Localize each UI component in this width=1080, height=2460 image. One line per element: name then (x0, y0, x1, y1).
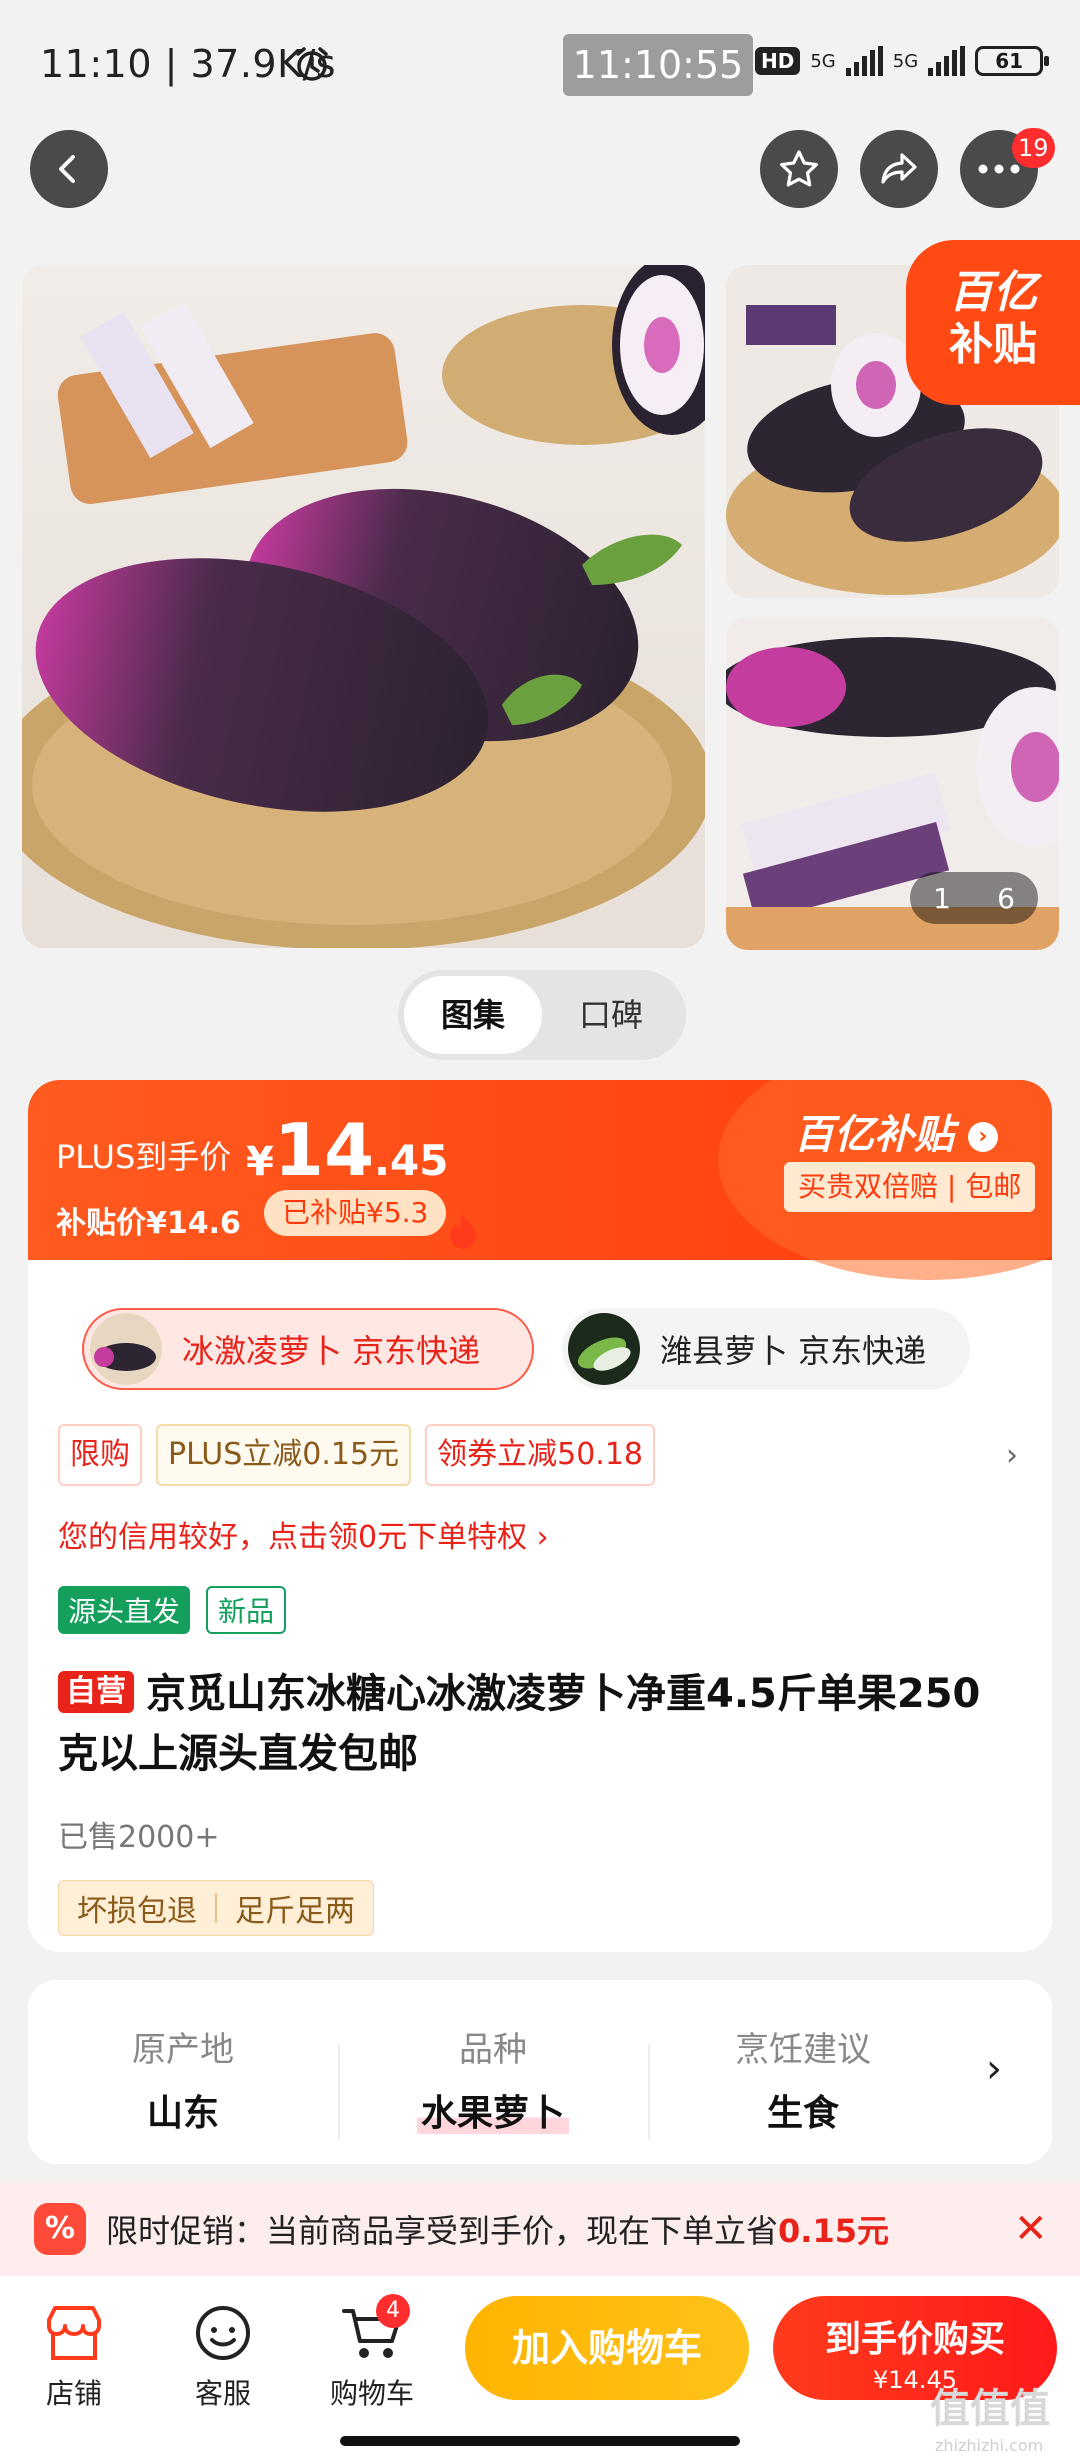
gallery-pager: 1 6 (910, 872, 1038, 924)
store-icon (14, 2298, 134, 2368)
price-decimal: .45 (374, 1136, 449, 1185)
variant-chip-1[interactable]: 冰激凌萝卜 京东快递 (82, 1308, 534, 1390)
variant-chip-2[interactable]: 潍县萝卜 京东快递 (562, 1308, 970, 1390)
subsidy-corner-line1: 百亿 (949, 267, 1037, 318)
pager-current: 1 (933, 881, 951, 915)
share-button[interactable] (860, 130, 938, 208)
battery-icon: 61 (975, 46, 1050, 76)
add-to-cart-button[interactable]: 加入购物车 (465, 2296, 749, 2400)
alarm-icon (292, 44, 332, 88)
product-labels: 源头直发 新品 (58, 1586, 287, 1634)
network-label-2: 5G (892, 50, 919, 72)
attribute-origin: 原产地 山东 (28, 1980, 338, 2164)
cart-label: 购物车 (329, 2377, 414, 2410)
shop-button[interactable]: 店铺 (14, 2298, 134, 2412)
status-indicators: HD 5G 5G 61 (755, 46, 1050, 76)
attribute-value: 水果萝卜 (338, 2084, 648, 2136)
attribute-value-text: 水果萝卜 (416, 2093, 569, 2134)
pager-total: 6 (997, 881, 1015, 915)
attribute-key: 原产地 (132, 2030, 234, 2070)
attributes-card[interactable]: 原产地 山东 品种 水果萝卜 烹饪建议 生食 (28, 1980, 1052, 2164)
chevron-left-icon (59, 155, 75, 183)
star-icon (780, 150, 818, 187)
close-icon[interactable]: ✕ (1014, 2206, 1048, 2252)
brand-subsidy-label: 百亿补贴 (794, 1112, 954, 1158)
back-button[interactable] (30, 130, 108, 208)
variant-thumbnail (90, 1313, 162, 1385)
watermark-url: zhizhizhi.com (935, 2436, 1044, 2455)
signal-icon (845, 46, 883, 76)
cart-count-badge: 4 (376, 2294, 410, 2328)
credit-privilege-link[interactable]: 您的信用较好，点击领0元下单特权 › (58, 1512, 549, 1556)
final-price: ¥14.45 (246, 1108, 448, 1192)
guarantee-chip: 买贵双倍赔 | 包邮 (784, 1162, 1036, 1212)
favorite-button[interactable] (760, 130, 838, 208)
attribute-cooking: 烹饪建议 生食 (648, 1980, 958, 2164)
subsidy-corner-line2: 补贴 (949, 319, 1037, 370)
attribute-value: 山东 (146, 2093, 219, 2134)
chevron-right-icon[interactable]: › (986, 2046, 1002, 2092)
product-title-text: 京觅山东冰糖心冰激凌萝卜净重4.5斤单果250克以上源头直发包邮 (58, 1671, 981, 1777)
promo-tag-limit: 限购 (58, 1424, 142, 1486)
buy-now-label: 到手价购买 (824, 2319, 1005, 2360)
attribute-key: 品种 (459, 2030, 527, 2070)
customer-service-button[interactable]: 客服 (163, 2298, 283, 2412)
label-new: 新品 (206, 1586, 287, 1634)
home-indicator[interactable] (340, 2436, 740, 2446)
variant-thumbnail (568, 1313, 640, 1385)
price-integer: 14 (273, 1108, 375, 1192)
price-currency: ¥ (246, 1139, 274, 1185)
promo-bar-text: 限时促销：当前商品享受到手价，现在下单立省 (106, 2212, 779, 2250)
limited-promo-bar[interactable]: % 限时促销：当前商品享受到手价，现在下单立省 0.15元 (0, 2182, 1080, 2276)
watermark-logo: 值值值 (930, 2386, 1050, 2432)
self-operated-tag: 自营 (58, 1671, 134, 1713)
attribute-variety: 品种 水果萝卜 (338, 1980, 648, 2164)
subsidy-amount-chip: 已补贴¥5.3 (264, 1190, 447, 1236)
service-tag-full-weight: 足斤足两 (235, 1894, 355, 1929)
floating-clock: 11:10:55 (563, 34, 753, 96)
chevron-right-icon[interactable]: › (1006, 1438, 1018, 1473)
attribute-key: 烹饪建议 (735, 2030, 871, 2070)
service-tags: 坏损包退 足斤足两 (58, 1880, 374, 1936)
promo-tags-row[interactable]: 限购 PLUS立减0.15元 领券立减50.18 (58, 1424, 655, 1486)
more-badge: 19 (1012, 128, 1055, 168)
plus-price-label: PLUS到手价 (56, 1138, 232, 1176)
customer-service-label: 客服 (194, 2377, 251, 2410)
gallery-tab-switch: 图集 口碑 (398, 970, 686, 1060)
variant-label: 潍县萝卜 京东快递 (660, 1332, 927, 1370)
share-icon (881, 153, 917, 184)
variant-label: 冰激凌萝卜 京东快递 (182, 1332, 481, 1370)
attribute-value: 生食 (766, 2093, 839, 2134)
product-title: 自营 京觅山东冰糖心冰激凌萝卜净重4.5斤单果250克以上源头直发包邮 (58, 1664, 1018, 1784)
main-product-image[interactable] (22, 265, 705, 948)
network-label-1: 5G (810, 50, 836, 72)
brand-subsidy-link[interactable]: 百亿补贴 › (794, 1102, 998, 1160)
hd-badge: HD (755, 47, 801, 75)
cart-icon: 4 (312, 2294, 432, 2368)
fire-icon (450, 1214, 476, 1249)
tab-gallery[interactable]: 图集 (404, 976, 542, 1054)
shop-label: 店铺 (45, 2377, 102, 2410)
price-banner: PLUS到手价 ¥14.45 补贴价¥14.6 已补贴¥5.3 百亿补贴 › 买… (28, 1080, 1052, 1280)
promo-tag-coupon: 领券立减50.18 (425, 1424, 655, 1486)
label-source-direct: 源头直发 (58, 1586, 191, 1634)
signal-icon (928, 46, 966, 76)
cart-button[interactable]: 4 购物车 (312, 2294, 432, 2412)
subsidy-price: 补贴价¥14.6 (56, 1206, 241, 1241)
chevron-right-icon: › (967, 1122, 998, 1152)
tab-reviews[interactable]: 口碑 (542, 976, 680, 1054)
promo-bar-amount: 0.15元 (778, 2212, 889, 2250)
promo-tag-plus: PLUS立减0.15元 (156, 1424, 412, 1486)
sold-count: 已售2000+ (58, 1820, 220, 1855)
subsidy-corner-badge: 百亿 补贴 (906, 240, 1080, 405)
chat-icon (163, 2298, 283, 2368)
service-tag-damage-refund: 坏损包退 (77, 1894, 197, 1929)
more-icon (978, 164, 1020, 174)
discount-icon: % (34, 2203, 86, 2255)
